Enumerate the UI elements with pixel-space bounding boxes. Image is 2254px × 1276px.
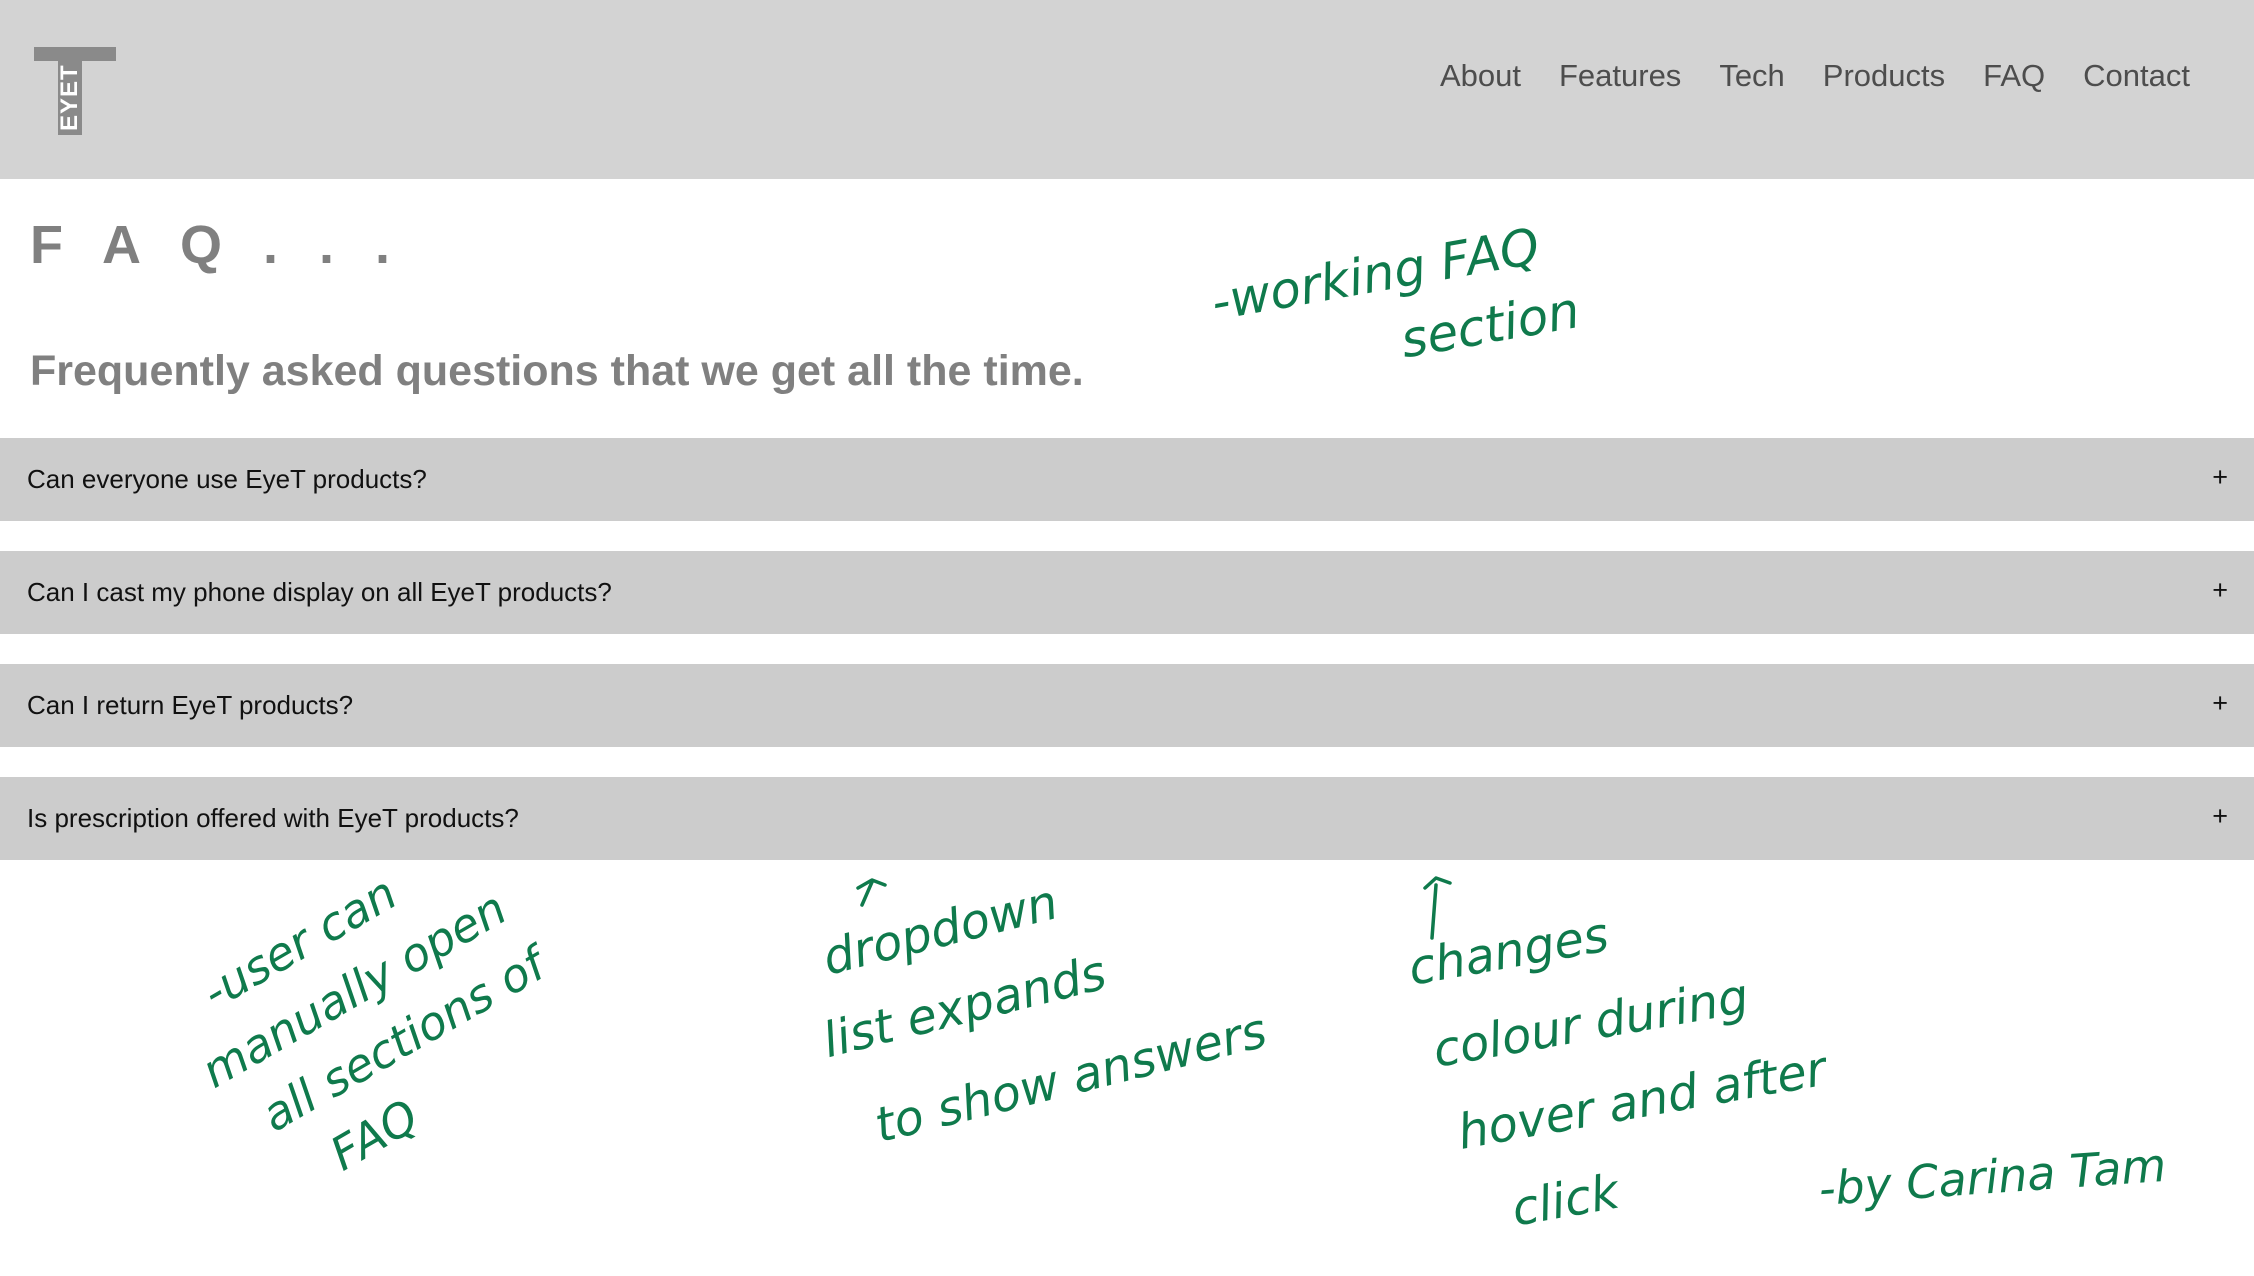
logo-text: EYET [56, 64, 83, 131]
expand-plus-icon[interactable]: + [2212, 462, 2228, 493]
note-changes: changes colour during hover and after cl… [1404, 907, 1834, 1238]
nav-faq[interactable]: FAQ [1983, 58, 2045, 94]
note-line: all sections of [252, 934, 559, 1142]
faq-item-prescription[interactable]: Is prescription offered with EyeT produc… [0, 777, 2254, 860]
page-title: F A Q . . . [30, 215, 404, 275]
note-line: section [1396, 281, 1583, 369]
note-line: list expands [817, 945, 1111, 1069]
expand-plus-icon[interactable]: + [2212, 801, 2228, 832]
note-arrow [856, 878, 887, 907]
faq-item-everyone[interactable]: Can everyone use EyeT products? + [0, 438, 2254, 521]
note-line: click [1508, 1163, 1626, 1237]
nav-tech[interactable]: Tech [1719, 58, 1784, 94]
note-dropdown: dropdown list expands to show answers [817, 874, 1272, 1154]
nav-products[interactable]: Products [1823, 58, 1945, 94]
note-working-faq: -working FAQ section [1207, 217, 1584, 369]
main-nav: About Features Tech Products FAQ Contact [1440, 58, 2190, 94]
page-subtitle: Frequently asked questions that we get a… [30, 347, 1084, 395]
eyet-logo[interactable]: EYET [34, 47, 116, 135]
note-line: FAQ [321, 1089, 427, 1181]
note-author: -by Carina Tam [1817, 1138, 2168, 1216]
note-line: colour during [1429, 968, 1753, 1078]
site-header: EYET About Features Tech Products FAQ Co… [0, 0, 2254, 179]
faq-question: Can I cast my phone display on all EyeT … [27, 577, 612, 607]
note-line: hover and after [1454, 1040, 1834, 1160]
faq-item-return[interactable]: Can I return EyeT products? + [0, 664, 2254, 747]
expand-plus-icon[interactable]: + [2212, 575, 2228, 606]
faq-question: Can I return EyeT products? [27, 690, 354, 720]
note-user-can: -user can manually open all sections of … [193, 866, 560, 1182]
faq-question: Is prescription offered with EyeT produc… [27, 803, 519, 833]
nav-contact[interactable]: Contact [2083, 58, 2190, 94]
expand-plus-icon[interactable]: + [2212, 688, 2228, 719]
note-line: -user can [193, 866, 405, 1020]
nav-features[interactable]: Features [1559, 58, 1681, 94]
note-line: manually open [193, 881, 516, 1099]
note-line: dropdown [817, 874, 1063, 986]
note-line: changes [1404, 907, 1612, 997]
handwritten-annotations: -working FAQ section -user can manually … [193, 217, 2168, 1238]
note-arrow [1423, 876, 1452, 940]
note-line: -by Carina Tam [1817, 1138, 2168, 1216]
note-line: -working FAQ [1207, 217, 1544, 332]
nav-about[interactable]: About [1440, 58, 1521, 94]
faq-question: Can everyone use EyeT products? [27, 464, 427, 494]
note-line: to show answers [869, 1003, 1272, 1154]
faq-item-cast[interactable]: Can I cast my phone display on all EyeT … [0, 551, 2254, 634]
